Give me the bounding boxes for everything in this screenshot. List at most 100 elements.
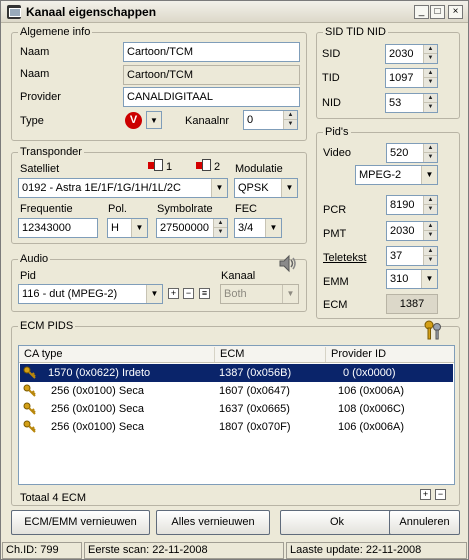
chevron-down-icon: ▼ [282,285,298,303]
chevron-down-icon[interactable]: ▼ [281,179,297,197]
chevron-down-icon[interactable]: ▼ [131,219,147,237]
satelliet-select[interactable]: 0192 - Astra 1E/1F/1G/1H/1L/2C ▼ [18,178,228,198]
dialog-window: Kanaal eigenschappen _ □ × Algemene info… [0,0,469,560]
chevron-down-icon[interactable]: ▼ [146,111,162,129]
symbolrate-stepper[interactable]: 27500000 ▲ ▼ [156,218,228,238]
cancel-button[interactable]: Annuleren [389,510,460,535]
spin-down-icon[interactable]: ▼ [424,78,437,87]
tv-icon [7,5,21,19]
audio-kanaal-select: Both ▼ [220,284,299,304]
sid-tid-nid-legend: SID TID NID [323,26,388,39]
ok-button[interactable]: Ok [280,510,394,535]
teletekst-stepper[interactable]: 37 ▲ ▼ [386,246,438,266]
table-row[interactable]: 256 (0x0100) Seca 1607 (0x0647) 106 (0x0… [20,382,453,400]
spin-up-icon[interactable]: ▲ [424,94,437,103]
audio-pid-select[interactable]: 116 - dut (MPEG-2) ▼ [18,284,163,304]
chevron-down-icon[interactable]: ▼ [146,285,162,303]
chevron-down-icon[interactable]: ▼ [265,219,281,237]
spin-down-icon[interactable]: ▼ [424,205,437,214]
spin-down-icon[interactable]: ▼ [424,231,437,240]
teletekst-value: 37 [390,250,403,262]
kanaalnr-label: Kanaalnr [185,115,230,127]
key-icon [23,366,36,379]
ecm-emm-refresh-button[interactable]: ECM/EMM vernieuwen [11,510,150,535]
ecm-cell: 1387 (0x056B) [219,367,292,379]
spin-up-icon[interactable]: ▲ [424,69,437,78]
transponder-1-icon[interactable] [148,159,163,172]
emm-label: EMM [323,276,349,288]
speaker-icon[interactable] [278,253,299,274]
column-header-provider-id[interactable]: Provider ID [326,347,454,362]
frequentie-label: Frequentie [20,203,73,215]
title-bar: Kanaal eigenschappen _ □ × [1,1,468,23]
spin-down-icon[interactable]: ▼ [424,54,437,63]
column-header-ecm[interactable]: ECM [215,347,326,362]
fec-label: FEC [235,203,257,215]
spin-up-icon[interactable]: ▲ [424,247,437,256]
chevron-down-icon[interactable]: ▼ [421,270,437,288]
audio-pid-value: 116 - dut (MPEG-2) [22,288,118,300]
ca-type-cell: 256 (0x0100) Seca [51,421,144,433]
video-codec-select[interactable]: MPEG-2 ▼ [355,165,438,185]
frequentie-input[interactable]: 12343000 [18,218,98,238]
tid-value: 1097 [389,72,414,84]
audio-kanaal-value: Both [224,288,247,300]
spin-down-icon[interactable]: ▼ [424,256,437,265]
table-row[interactable]: 256 (0x0100) Seca 1637 (0x0665) 108 (0x0… [20,400,453,418]
sid-stepper[interactable]: 2030 ▲ ▼ [385,44,438,64]
keys-icon[interactable] [422,319,444,341]
spin-down-icon[interactable]: ▼ [424,103,437,112]
name-input[interactable]: Cartoon/TCM [123,42,300,62]
pmt-stepper[interactable]: 2030 ▲ ▼ [386,221,438,241]
pcr-stepper[interactable]: 8190 ▲ ▼ [386,195,438,215]
ecm-list-header: CA type ECM Provider ID [19,346,454,363]
refresh-all-button[interactable]: Alles vernieuwen [156,510,270,535]
kanaalnr-stepper[interactable]: 0 ▲ ▼ [243,110,298,130]
provider-input[interactable]: CANALDIGITAAL [123,87,300,107]
nid-stepper[interactable]: 53 ▲ ▼ [385,93,438,113]
ecm-pid-list[interactable]: CA type ECM Provider ID 1570 (0x0622) Ir… [18,345,455,485]
spin-down-icon[interactable]: ▼ [424,153,437,162]
pids-legend: Pid's [323,126,351,139]
key-icon [23,402,36,415]
audio-add-button[interactable]: + [168,288,179,299]
tid-stepper[interactable]: 1097 ▲ ▼ [385,68,438,88]
name-label: Naam [20,46,50,58]
chevron-down-icon[interactable]: ▼ [421,166,437,184]
transponder-2-icon[interactable] [196,159,211,172]
ecm-pid-label: ECM [323,299,348,311]
general-info-legend: Algemene info [18,26,93,39]
fec-select[interactable]: 3/4 ▼ [234,218,282,238]
pol-select[interactable]: H ▼ [107,218,148,238]
ecm-add-button[interactable]: + [420,489,431,500]
provider-id-cell: 106 (0x006A) [338,421,405,433]
video-pid-stepper[interactable]: 520 ▲ ▼ [386,143,438,163]
column-header-ca-type[interactable]: CA type [19,347,215,362]
table-row[interactable]: 1570 (0x0622) Irdeto 1387 (0x056B) 0 (0x… [20,364,453,382]
spin-up-icon[interactable]: ▲ [424,45,437,54]
emm-select[interactable]: 310 ▼ [386,269,438,289]
close-button[interactable]: × [448,5,463,19]
modulatie-select[interactable]: QPSK ▼ [234,178,298,198]
spin-up-icon[interactable]: ▲ [284,111,297,120]
spin-down-icon[interactable]: ▼ [214,228,227,237]
spin-up-icon[interactable]: ▲ [214,219,227,228]
audio-edit-button[interactable]: ≡ [199,288,210,299]
provider-label: Provider [20,91,61,103]
spin-up-icon[interactable]: ▲ [424,222,437,231]
maximize-button[interactable]: □ [430,5,445,19]
satelliet-value: 0192 - Astra 1E/1F/1G/1H/1L/2C [22,182,181,194]
satelliet-label: Satelliet [20,163,60,175]
table-row[interactable]: 256 (0x0100) Seca 1807 (0x070F) 106 (0x0… [20,418,453,436]
audio-remove-button[interactable]: − [183,288,194,299]
spin-down-icon[interactable]: ▼ [284,120,297,129]
modulatie-label: Modulatie [235,163,283,175]
ecm-cell: 1807 (0x070F) [219,421,291,433]
fec-value: 3/4 [238,222,254,234]
chevron-down-icon[interactable]: ▼ [211,179,227,197]
minimize-button[interactable]: _ [414,5,429,19]
spin-up-icon[interactable]: ▲ [424,144,437,153]
ecm-remove-button[interactable]: − [435,489,446,500]
status-first-scan: Eerste scan: 22-11-2008 [84,542,284,559]
spin-up-icon[interactable]: ▲ [424,196,437,205]
